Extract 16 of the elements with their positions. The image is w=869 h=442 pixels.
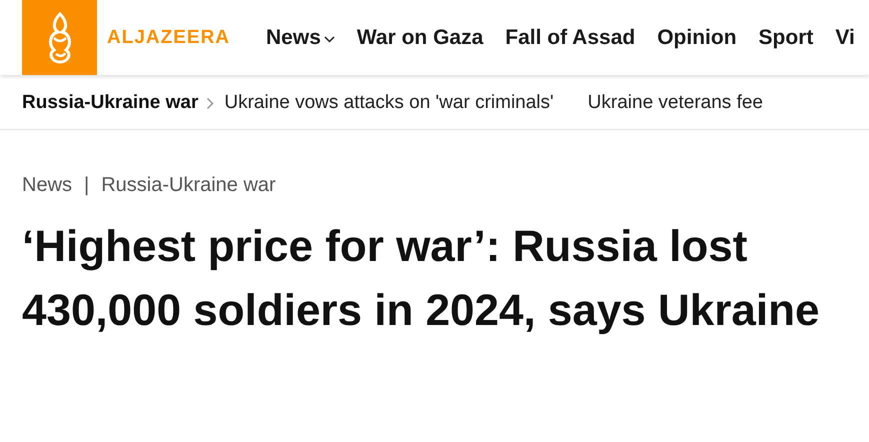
logo-mark[interactable] bbox=[22, 0, 97, 75]
story-link[interactable]: Ukraine vows attacks on 'war criminals' bbox=[224, 92, 554, 114]
breadcrumb-link[interactable]: Russia-Ukraine war bbox=[101, 174, 276, 197]
nav-link[interactable]: Fall of Assad bbox=[505, 26, 636, 50]
nav-link[interactable]: Opinion bbox=[657, 26, 737, 50]
nav-link[interactable]: Sport bbox=[758, 26, 814, 50]
topic-link[interactable]: Russia-Ukraine war bbox=[22, 92, 198, 114]
nav-dropdown[interactable]: News bbox=[266, 26, 335, 50]
chevron-right-icon bbox=[206, 96, 214, 110]
chevron-down-icon bbox=[324, 36, 335, 43]
breadcrumb-link[interactable]: News bbox=[22, 174, 72, 197]
story-link[interactable]: Ukraine veterans fee bbox=[588, 92, 763, 114]
nav-link[interactable]: War on Gaza bbox=[356, 26, 484, 50]
article-headline: ‘Highest price for war’: Russia lost 430,000 soldiers in 2024, says Ukraine bbox=[22, 221, 820, 337]
nav-link[interactable]: Vi bbox=[835, 26, 855, 50]
breadcrumb-separator: | bbox=[84, 174, 90, 197]
